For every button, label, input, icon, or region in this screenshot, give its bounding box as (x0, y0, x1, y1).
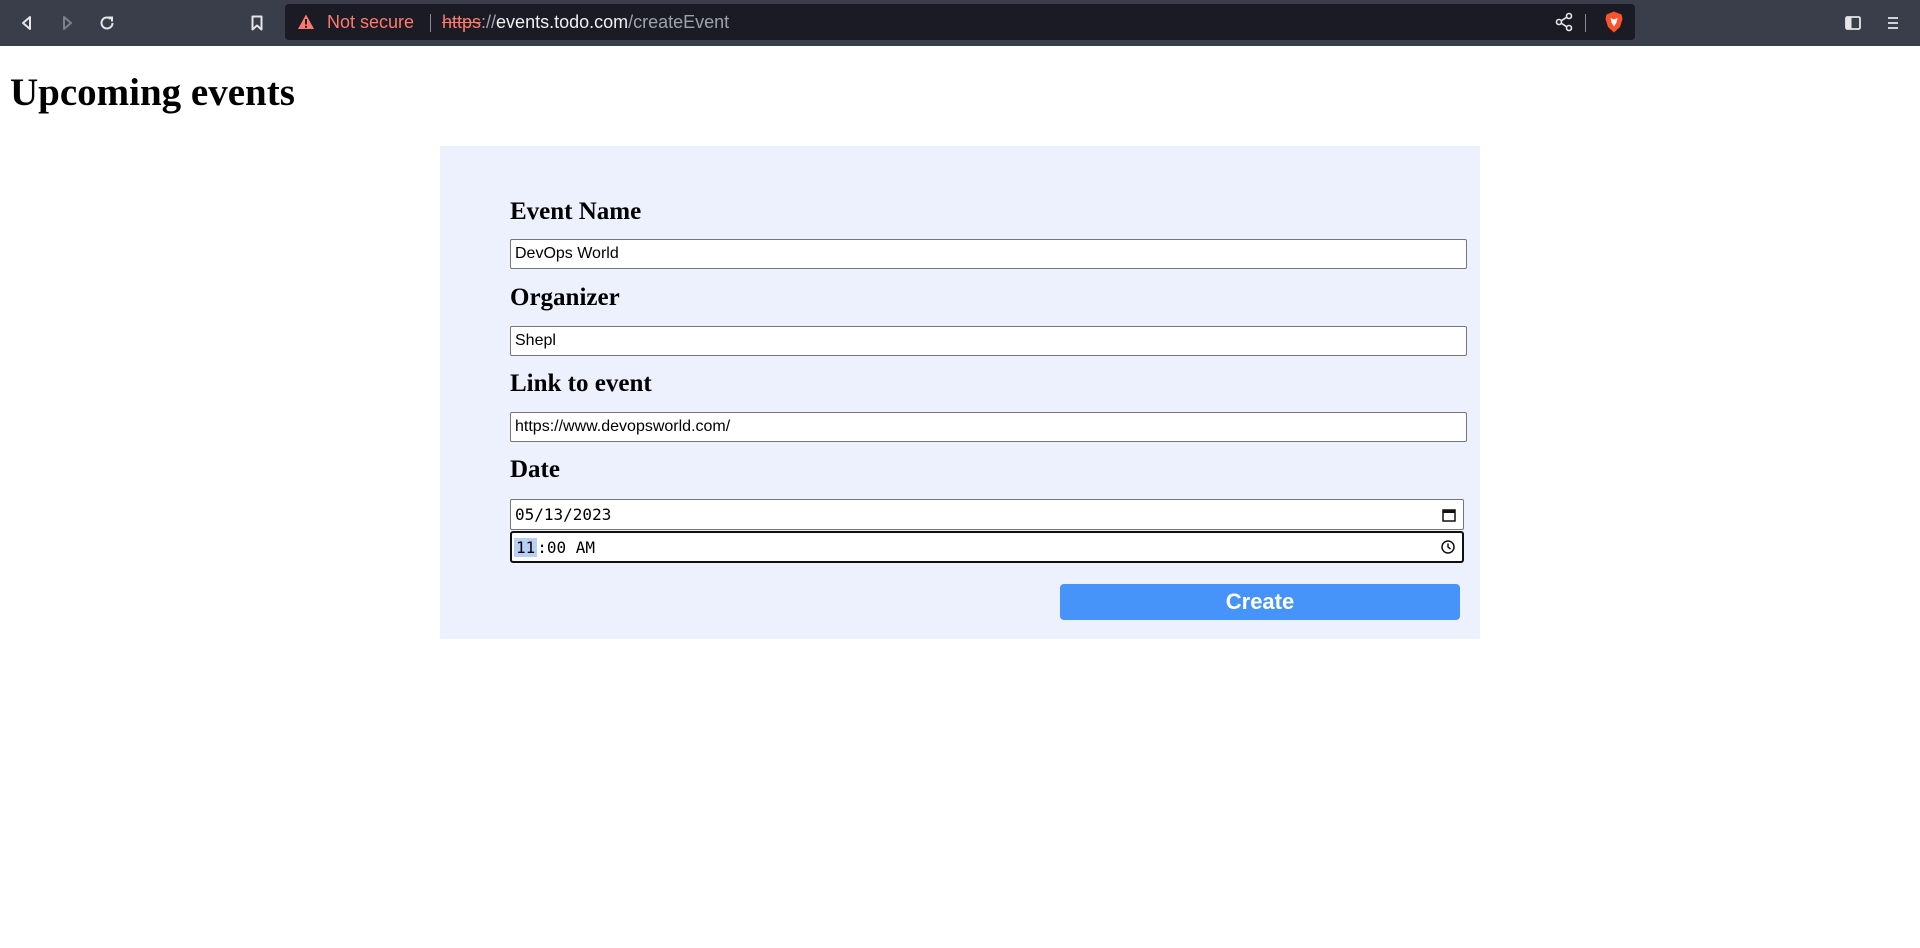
url-scheme: https (442, 12, 482, 32)
url-divider-right (1585, 14, 1586, 32)
warning-triangle-icon (298, 14, 314, 29)
url-text[interactable]: https://events.todo.com/createEvent (442, 4, 729, 40)
url-scheme-separator: :// (481, 12, 497, 32)
forward-arrow-icon[interactable] (53, 9, 81, 37)
calendar-icon[interactable] (1441, 507, 1457, 523)
sidebar-toggle-icon[interactable] (1839, 9, 1867, 37)
time-value: 11:00 AM (514, 533, 595, 561)
share-icon[interactable] (1553, 12, 1575, 32)
url-path: /createEvent (628, 12, 730, 32)
create-button[interactable]: Create (1060, 584, 1460, 620)
date-input[interactable]: 05/13/2023 (510, 499, 1464, 530)
date-label: Date (510, 456, 560, 483)
link-label: Link to event (510, 370, 652, 397)
security-status-label[interactable]: Not secure (327, 4, 414, 40)
reload-icon[interactable] (93, 9, 121, 37)
bookmark-icon[interactable] (243, 9, 271, 37)
time-rest-segment[interactable]: :00 AM (537, 538, 595, 557)
date-value: 05/13/2023 (515, 505, 612, 524)
brave-shield-icon[interactable] (1602, 10, 1626, 34)
create-event-form: Event Name Organizer Link to event Date … (440, 146, 1480, 639)
back-arrow-icon[interactable] (13, 9, 41, 37)
url-host: events.todo.com (496, 12, 629, 32)
url-divider (430, 14, 431, 32)
time-hour-segment[interactable]: 11 (514, 537, 538, 557)
browser-toolbar: Not secure https://events.todo.com/creat… (0, 0, 1920, 46)
event-name-label: Event Name (510, 198, 642, 225)
clock-icon[interactable] (1440, 539, 1456, 555)
page-title: Upcoming events (10, 71, 295, 114)
time-input[interactable]: 11:00 AM (510, 531, 1464, 563)
event-link-input[interactable] (510, 412, 1467, 442)
event-name-input[interactable] (510, 239, 1467, 269)
organizer-label: Organizer (510, 284, 620, 311)
address-bar[interactable]: Not secure https://events.todo.com/creat… (285, 4, 1635, 40)
organizer-input[interactable] (510, 326, 1467, 356)
hamburger-menu-icon[interactable] (1879, 9, 1907, 37)
